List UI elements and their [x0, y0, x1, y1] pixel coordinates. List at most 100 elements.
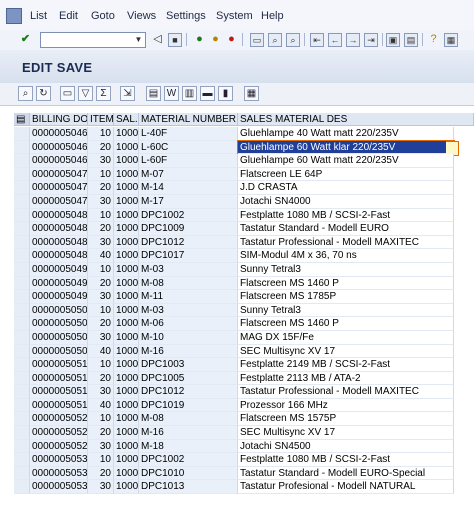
item-cell[interactable]: 30	[88, 385, 114, 399]
billing-doc-cell[interactable]: 0000005046	[30, 154, 88, 168]
material-desc-cell[interactable]: SIM-Modul 4M x 36, 70 ns	[238, 249, 454, 263]
item-cell[interactable]: 40	[88, 249, 114, 263]
item-cell[interactable]: 20	[88, 222, 114, 236]
billing-doc-cell[interactable]: 0000005049	[30, 262, 88, 277]
last-page-icon[interactable]: ⇥	[364, 33, 378, 47]
material-desc-cell[interactable]: Festplatte 1080 MB / SCSI-2-Fast	[238, 453, 454, 467]
sales-org-cell[interactable]: 1000	[114, 276, 139, 291]
table-row[interactable]: 0000005050 30 1000 M-10 MAG DX 15F/Fe	[14, 330, 474, 345]
item-cell[interactable]: 20	[88, 317, 114, 331]
sales-org-cell[interactable]: 1000	[114, 453, 139, 467]
enter-icon[interactable]: ✔	[18, 32, 33, 47]
row-selector[interactable]	[14, 208, 30, 223]
material-desc-cell[interactable]: Tastatur Professional - Modell MAXITEC	[238, 385, 454, 399]
sales-org-cell[interactable]: 1000	[114, 317, 139, 331]
material-number-cell[interactable]: DPC1002	[139, 208, 238, 223]
table-row[interactable]: 0000005053 20 1000 DPC1010 Tastatur Standard…	[14, 466, 474, 481]
abc-analysis-icon[interactable]: ▬	[200, 86, 215, 101]
save-icon[interactable]: ■	[168, 33, 182, 47]
chevron-down-icon[interactable]: ▼	[133, 34, 144, 46]
graphic-icon[interactable]: ▮	[218, 86, 233, 101]
material-number-cell[interactable]: DPC1019	[139, 398, 238, 413]
sales-org-cell[interactable]: 1000	[114, 249, 139, 263]
table-row[interactable]: 0000005050 20 1000 M-06 Flatscreen MS 1460 P	[14, 317, 474, 331]
row-selector[interactable]	[14, 330, 30, 345]
menu-item-edit[interactable]: Edit	[59, 10, 78, 22]
row-selector[interactable]	[14, 249, 30, 263]
material-number-cell[interactable]: DPC1003	[139, 358, 238, 372]
item-cell[interactable]: 30	[88, 290, 114, 304]
row-selector[interactable]	[14, 276, 30, 291]
spreadsheet-icon[interactable]: ▤	[146, 86, 161, 101]
item-cell[interactable]: 10	[88, 358, 114, 372]
material-desc-cell[interactable]: Gluehlampe 40 Watt matt 220/235V	[238, 127, 454, 141]
back-icon[interactable]: ◁	[150, 32, 165, 47]
row-selector[interactable]	[14, 466, 30, 481]
billing-doc-cell[interactable]: 0000005048	[30, 208, 88, 223]
menu-item-help[interactable]: Help	[261, 10, 284, 22]
table-row[interactable]: 0000005049 30 1000 M-11 Flatscreen MS 1785P	[14, 290, 474, 304]
material-number-cell[interactable]: M-11	[139, 290, 238, 304]
item-cell[interactable]: 40	[88, 344, 114, 359]
item-cell[interactable]: 10	[88, 262, 114, 277]
sales-org-cell[interactable]: 1000	[114, 262, 139, 277]
back-arrow-icon[interactable]: ●	[192, 32, 207, 47]
billing-doc-cell[interactable]: 0000005051	[30, 398, 88, 413]
table-row[interactable]: 0000005052 20 1000 M-16 SEC Multisync XV 17	[14, 426, 474, 440]
item-cell[interactable]: 20	[88, 181, 114, 195]
material-desc-cell[interactable]: Festplatte 1080 MB / SCSI-2-Fast	[238, 208, 454, 223]
row-selector[interactable]	[14, 290, 30, 304]
item-cell[interactable]: 20	[88, 371, 114, 386]
sales-org-cell[interactable]: 1000	[114, 466, 139, 481]
material-desc-cell[interactable]: Flatscreen LE 64P	[238, 167, 454, 182]
row-selector[interactable]	[14, 453, 30, 467]
material-desc-cell[interactable]: Flatscreen MS 1460 P	[238, 317, 454, 331]
material-number-cell[interactable]: DPC1005	[139, 371, 238, 386]
row-selector[interactable]	[14, 167, 30, 182]
material-number-cell[interactable]: DPC1012	[139, 385, 238, 399]
material-number-cell[interactable]: DPC1013	[139, 480, 238, 495]
row-selector[interactable]	[14, 371, 30, 386]
item-cell[interactable]: 30	[88, 194, 114, 209]
shortcut-icon[interactable]: ▤	[404, 33, 418, 47]
item-cell[interactable]: 40	[88, 398, 114, 413]
total-icon[interactable]: Σ	[96, 86, 111, 101]
material-desc-cell[interactable]: Sunny Tetral3	[238, 303, 454, 318]
table-row[interactable]: 0000005047 10 1000 M-07 Flatscreen LE 64P	[14, 167, 474, 182]
column-header-material-number[interactable]: MATERIAL NUMBER	[139, 113, 238, 126]
material-number-cell[interactable]: M-16	[139, 426, 238, 440]
sales-org-cell[interactable]: 1000	[114, 330, 139, 345]
item-cell[interactable]: 30	[88, 330, 114, 345]
menu-item-views[interactable]: Views	[127, 10, 156, 22]
table-row[interactable]: 0000005053 30 1000 DPC1013 Tastatur Profesio…	[14, 480, 474, 495]
material-desc-cell[interactable]: SEC Multisync XV 17	[238, 426, 454, 440]
details-icon[interactable]: ⌕	[18, 86, 33, 101]
item-cell[interactable]: 30	[88, 439, 114, 454]
material-desc-cell[interactable]: Tastatur Standard - Modell EURO-Special	[238, 466, 454, 481]
material-number-cell[interactable]: L-40F	[139, 127, 238, 141]
material-desc-cell[interactable]: Tastatur Professional - Modell MAXITEC	[238, 235, 454, 250]
material-desc-cell[interactable]: Gluehlampe 60 Watt matt 220/235V	[238, 154, 454, 168]
refresh-icon[interactable]: ↻	[36, 86, 51, 101]
item-cell[interactable]: 10	[88, 453, 114, 467]
menu-item-list[interactable]: List	[30, 10, 47, 22]
row-selector[interactable]	[14, 344, 30, 359]
material-desc-cell[interactable]: MAG DX 15F/Fe	[238, 330, 454, 345]
material-number-cell[interactable]: M-16	[139, 344, 238, 359]
billing-doc-cell[interactable]: 0000005050	[30, 317, 88, 331]
table-row[interactable]: 0000005051 40 1000 DPC1019 Prozessor 166 MHz	[14, 398, 474, 413]
table-row[interactable]: 0000005046 30 1000 L-60F Gluehlampe 60 Watt …	[14, 154, 474, 168]
help-icon[interactable]: ?	[426, 32, 441, 47]
sales-org-cell[interactable]: 1000	[114, 358, 139, 372]
material-desc-cell[interactable]: Gluehlampe 60 Watt klar 220/235V	[237, 139, 455, 156]
sales-org-cell[interactable]: 1000	[114, 290, 139, 304]
billing-doc-cell[interactable]: 0000005050	[30, 344, 88, 359]
exit-icon[interactable]: ●	[208, 32, 223, 47]
table-row[interactable]: 0000005048 40 1000 DPC1017 SIM-Modul 4M x 36…	[14, 249, 474, 263]
row-selector[interactable]	[14, 398, 30, 413]
find-icon[interactable]: ⌕	[268, 33, 282, 47]
material-number-cell[interactable]: M-10	[139, 330, 238, 345]
item-cell[interactable]: 10	[88, 412, 114, 427]
row-selector[interactable]	[14, 194, 30, 209]
material-number-cell[interactable]: M-06	[139, 317, 238, 331]
